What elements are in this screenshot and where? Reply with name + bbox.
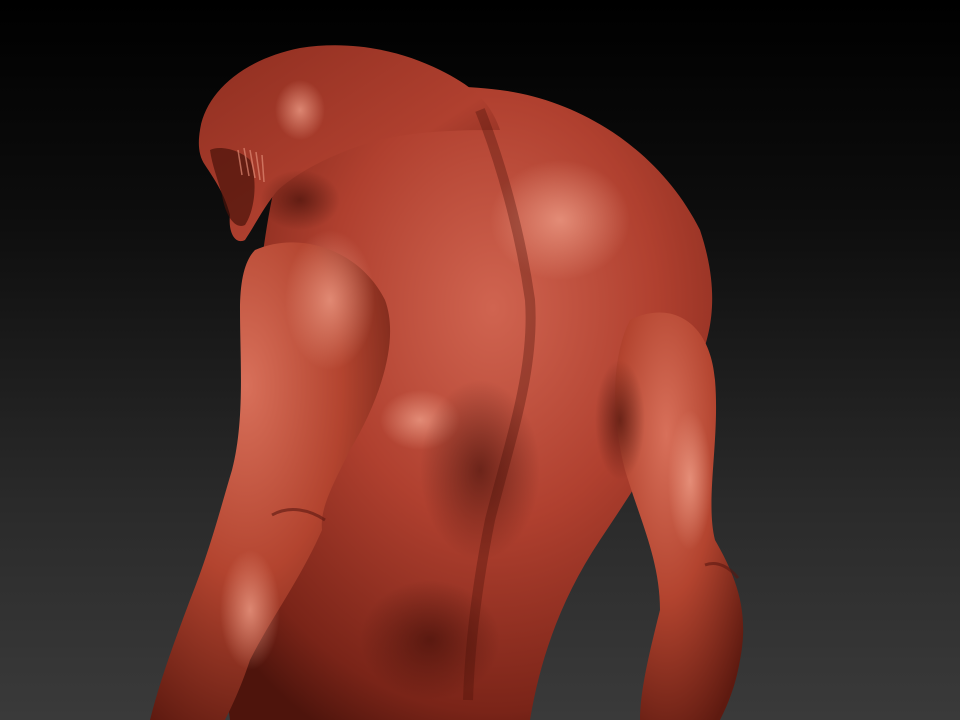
left-forearm-highlight	[220, 550, 280, 670]
right-arm-highlight	[668, 410, 712, 550]
lower-back-shadow	[360, 580, 500, 700]
viewport-canvas[interactable]	[0, 0, 960, 720]
head-highlight	[275, 80, 325, 140]
mouth-detail	[210, 148, 255, 226]
underarm-shadow	[595, 360, 645, 480]
shoulder-highlight	[285, 230, 375, 370]
sculpt-model	[150, 45, 744, 720]
neck-shadow	[260, 170, 340, 230]
lat-shadow	[420, 380, 540, 560]
